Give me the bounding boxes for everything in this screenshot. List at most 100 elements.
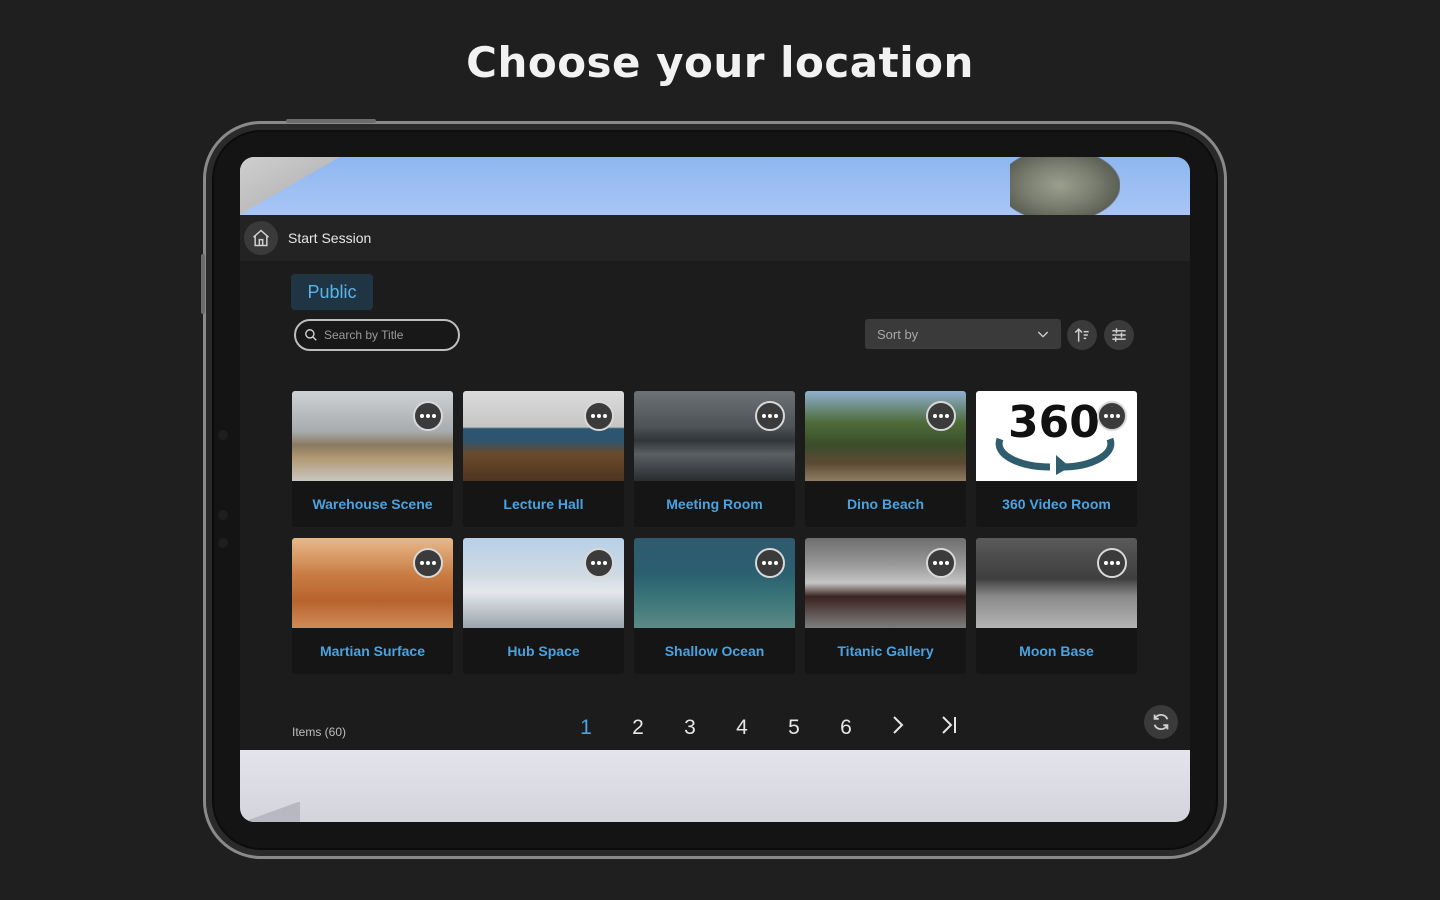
more-dot-icon bbox=[774, 561, 778, 565]
more-options-button[interactable] bbox=[1097, 548, 1127, 578]
skip-to-end-icon bbox=[942, 716, 956, 734]
more-dot-icon bbox=[939, 414, 943, 418]
app-screen: Start Session Public Sort by bbox=[240, 157, 1190, 822]
more-options-button[interactable] bbox=[584, 401, 614, 431]
page-button-3[interactable]: 3 bbox=[664, 716, 716, 740]
start-session-label: Start Session bbox=[288, 230, 372, 246]
page-button-6[interactable]: 6 bbox=[820, 716, 872, 740]
scene-floor bbox=[240, 750, 1190, 822]
more-dot-icon bbox=[420, 414, 424, 418]
more-dot-icon bbox=[591, 414, 595, 418]
more-options-button[interactable] bbox=[584, 548, 614, 578]
more-options-button[interactable] bbox=[926, 401, 956, 431]
rotate-arrows-icon bbox=[995, 437, 1115, 475]
page-title: Choose your location bbox=[466, 38, 974, 87]
more-dot-icon bbox=[939, 561, 943, 565]
more-dot-icon bbox=[945, 414, 949, 418]
tablet-top-button bbox=[286, 119, 376, 123]
scene-floor-shadow bbox=[240, 802, 300, 822]
location-card-dino-beach[interactable]: Dino Beach bbox=[805, 391, 966, 527]
more-dot-icon bbox=[774, 414, 778, 418]
location-label: Titanic Gallery bbox=[837, 643, 934, 659]
location-label: Lecture Hall bbox=[503, 496, 584, 512]
more-dot-icon bbox=[1116, 561, 1120, 565]
refresh-icon bbox=[1153, 713, 1169, 731]
location-label: Meeting Room bbox=[666, 496, 763, 512]
filter-button[interactable] bbox=[1104, 320, 1134, 350]
tab-public[interactable]: Public bbox=[291, 274, 373, 310]
more-options-button[interactable] bbox=[926, 548, 956, 578]
more-dot-icon bbox=[1104, 561, 1108, 565]
more-options-button[interactable] bbox=[755, 401, 785, 431]
items-count: Items (60) bbox=[292, 725, 347, 739]
location-card-meeting-room[interactable]: Meeting Room bbox=[634, 391, 795, 527]
page-button-2[interactable]: 2 bbox=[612, 716, 664, 740]
more-dot-icon bbox=[597, 414, 601, 418]
refresh-button[interactable] bbox=[1144, 705, 1178, 739]
more-dot-icon bbox=[591, 561, 595, 565]
more-dot-icon bbox=[768, 561, 772, 565]
location-card-hub-space[interactable]: Hub Space bbox=[463, 538, 624, 674]
sort-order-button[interactable] bbox=[1067, 320, 1097, 350]
sort-by-dropdown[interactable]: Sort by bbox=[865, 319, 1061, 349]
session-topbar: Start Session bbox=[240, 215, 1190, 261]
more-dot-icon bbox=[945, 561, 949, 565]
more-dot-icon bbox=[933, 561, 937, 565]
location-card-360-video-room[interactable]: 360 360 Video Room bbox=[976, 391, 1137, 527]
filter-sliders-icon bbox=[1112, 328, 1126, 342]
more-dot-icon bbox=[768, 414, 772, 418]
more-dot-icon bbox=[432, 414, 436, 418]
page-button-5[interactable]: 5 bbox=[768, 716, 820, 740]
chevron-down-icon bbox=[1037, 331, 1049, 338]
tablet-side-button bbox=[201, 254, 205, 314]
more-dot-icon bbox=[426, 561, 430, 565]
more-dot-icon bbox=[762, 414, 766, 418]
more-dot-icon bbox=[1110, 561, 1114, 565]
scene-sky bbox=[240, 157, 1190, 215]
location-label: Shallow Ocean bbox=[664, 643, 765, 659]
home-button[interactable] bbox=[244, 221, 278, 255]
location-label: Moon Base bbox=[1019, 643, 1094, 659]
location-panel: Public Sort by bbox=[240, 261, 1190, 750]
more-dot-icon bbox=[1110, 414, 1114, 418]
sort-by-label: Sort by bbox=[877, 326, 919, 342]
more-dot-icon bbox=[597, 561, 601, 565]
sort-icon bbox=[1074, 328, 1089, 342]
location-label: Martian Surface bbox=[319, 643, 426, 659]
search-box[interactable] bbox=[294, 319, 460, 351]
more-dot-icon bbox=[933, 414, 937, 418]
location-card-moon-base[interactable]: Moon Base bbox=[976, 538, 1137, 674]
scene-beam bbox=[240, 157, 420, 215]
location-label: 360 Video Room bbox=[1002, 496, 1111, 512]
more-dot-icon bbox=[603, 561, 607, 565]
location-card-martian-surface[interactable]: Martian Surface bbox=[292, 538, 453, 674]
location-card-lecture-hall[interactable]: Lecture Hall bbox=[463, 391, 624, 527]
location-card-warehouse[interactable]: Warehouse Scene bbox=[292, 391, 453, 527]
search-input[interactable] bbox=[324, 328, 444, 342]
tablet-sensor bbox=[218, 538, 228, 548]
more-dot-icon bbox=[762, 561, 766, 565]
more-dot-icon bbox=[1104, 414, 1108, 418]
pagination: 1 2 3 4 5 6 bbox=[560, 713, 976, 743]
more-options-button[interactable] bbox=[413, 401, 443, 431]
page-button-1[interactable]: 1 bbox=[560, 716, 612, 740]
location-label: Hub Space bbox=[507, 643, 580, 659]
page-button-4[interactable]: 4 bbox=[716, 716, 768, 740]
chevron-right-icon bbox=[893, 716, 904, 734]
more-dot-icon bbox=[420, 561, 424, 565]
search-icon bbox=[305, 329, 317, 341]
more-options-button[interactable] bbox=[1097, 401, 1127, 431]
location-card-titanic-gallery[interactable]: Titanic Gallery bbox=[805, 538, 966, 674]
more-dot-icon bbox=[1116, 414, 1120, 418]
next-page-button[interactable] bbox=[872, 714, 924, 742]
more-options-button[interactable] bbox=[755, 548, 785, 578]
more-dot-icon bbox=[603, 414, 607, 418]
tablet-sensor bbox=[218, 510, 228, 520]
home-icon bbox=[253, 229, 269, 247]
more-options-button[interactable] bbox=[413, 548, 443, 578]
location-card-shallow-ocean[interactable]: Shallow Ocean bbox=[634, 538, 795, 674]
location-label: Warehouse Scene bbox=[312, 496, 433, 512]
last-page-button[interactable] bbox=[924, 714, 976, 742]
location-label: Dino Beach bbox=[846, 496, 924, 512]
more-dot-icon bbox=[432, 561, 436, 565]
